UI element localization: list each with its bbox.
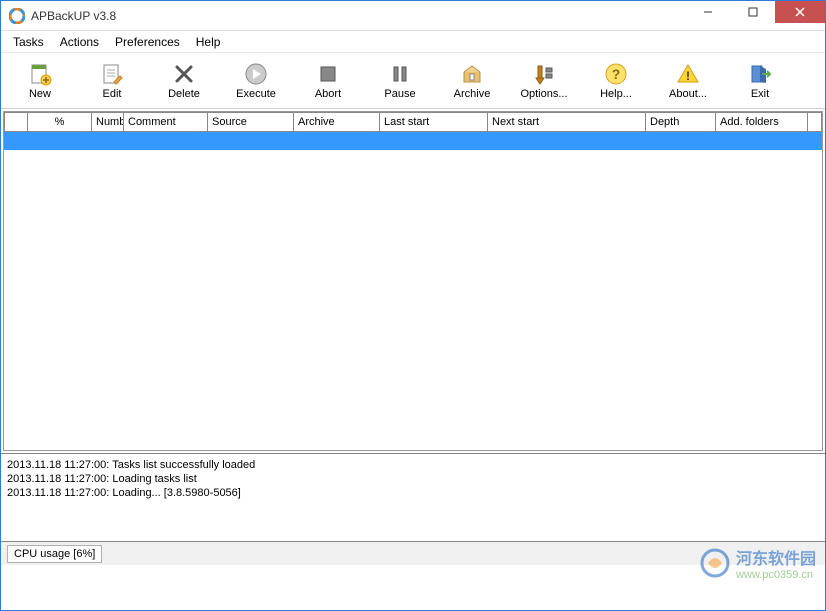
pause-label: Pause [384,88,415,100]
new-icon [28,62,52,86]
statusbar: CPU usage [6%] [1,541,825,565]
new-label: New [29,88,51,100]
menu-tasks[interactable]: Tasks [5,33,52,51]
col-percent[interactable]: % [28,112,92,132]
titlebar: APBackUP v3.8 [1,1,825,31]
menu-help[interactable]: Help [188,33,229,51]
exit-button[interactable]: Exit [731,60,789,102]
abort-button[interactable]: Abort [299,60,357,102]
edit-label: Edit [103,88,122,100]
abort-icon [316,62,340,86]
delete-button[interactable]: Delete [155,60,213,102]
status-cpu: CPU usage [6%] [7,545,102,563]
delete-label: Delete [168,88,200,100]
execute-icon [244,62,268,86]
help-button[interactable]: ? Help... [587,60,645,102]
col-next-start[interactable]: Next start [488,112,646,132]
col-depth[interactable]: Depth [646,112,716,132]
about-label: About... [669,88,707,100]
archive-button[interactable]: Archive [443,60,501,102]
log-line: 2013.11.18 11:27:00: Loading... [3.8.598… [7,486,819,500]
edit-icon [100,62,124,86]
about-icon: ! [676,62,700,86]
col-last-start[interactable]: Last start [380,112,488,132]
options-button[interactable]: Options... [515,60,573,102]
table-header: % Numb Comment Source Archive Last start… [4,112,822,132]
menu-preferences[interactable]: Preferences [107,33,188,51]
edit-button[interactable]: Edit [83,60,141,102]
archive-icon [460,62,484,86]
execute-label: Execute [236,88,276,100]
col-number[interactable]: Numb [92,112,124,132]
help-label: Help... [600,88,632,100]
col-tail[interactable] [808,112,822,132]
options-label: Options... [520,88,567,100]
close-button[interactable] [775,1,825,23]
task-table: % Numb Comment Source Archive Last start… [3,111,823,451]
col-source[interactable]: Source [208,112,294,132]
about-button[interactable]: ! About... [659,60,717,102]
exit-icon [748,62,772,86]
new-button[interactable]: New [11,60,69,102]
table-body[interactable] [4,132,822,450]
table-row[interactable] [4,132,822,150]
maximize-button[interactable] [730,1,775,23]
window-controls [685,1,825,30]
menubar: Tasks Actions Preferences Help [1,31,825,53]
abort-label: Abort [315,88,341,100]
exit-label: Exit [751,88,769,100]
help-icon: ? [604,62,628,86]
app-icon [9,8,25,24]
col-blank[interactable] [4,112,28,132]
log-line: 2013.11.18 11:27:00: Loading tasks list [7,472,819,486]
toolbar: New Edit Delete Execute Abort Pause Arch… [1,53,825,109]
svg-text:?: ? [612,66,621,82]
window-title: APBackUP v3.8 [31,9,685,23]
col-add-folders[interactable]: Add. folders [716,112,808,132]
watermark-url: www.pc0359.cn [736,569,816,581]
options-icon [532,62,556,86]
col-comment[interactable]: Comment [124,112,208,132]
delete-icon [172,62,196,86]
pause-icon [388,62,412,86]
menu-actions[interactable]: Actions [52,33,107,51]
col-archive[interactable]: Archive [294,112,380,132]
log-panel[interactable]: 2013.11.18 11:27:00: Tasks list successf… [1,453,825,541]
minimize-button[interactable] [685,1,730,23]
archive-label: Archive [454,88,491,100]
pause-button[interactable]: Pause [371,60,429,102]
log-line: 2013.11.18 11:27:00: Tasks list successf… [7,458,819,472]
svg-text:!: ! [686,69,690,83]
execute-button[interactable]: Execute [227,60,285,102]
